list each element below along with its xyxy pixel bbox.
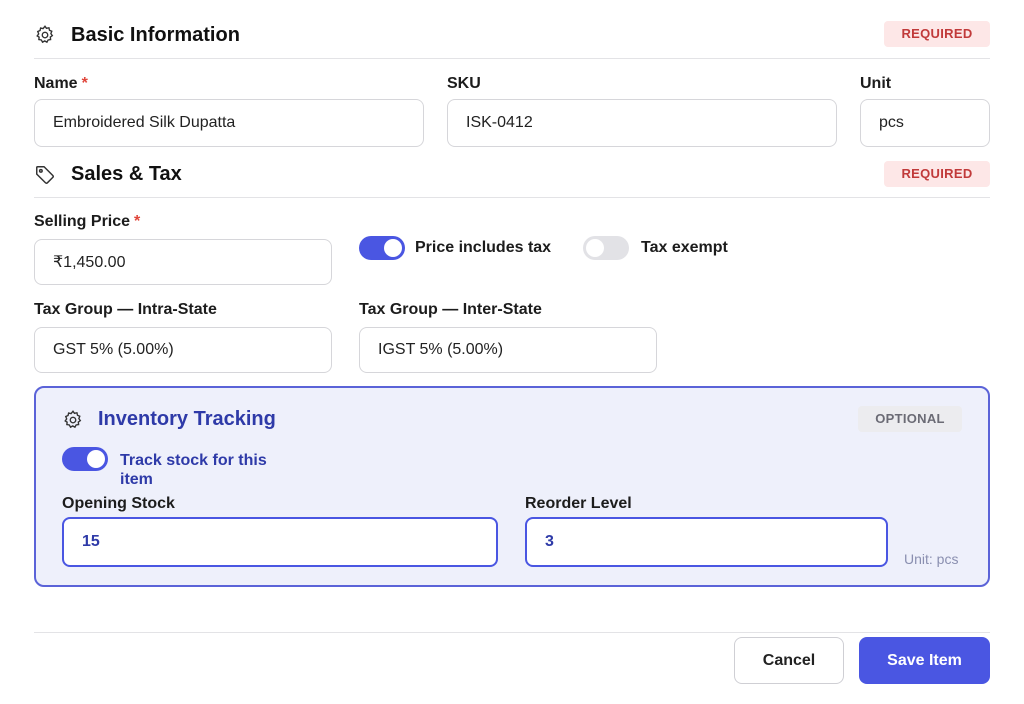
toggle-knob <box>384 239 402 257</box>
track-stock-toggle[interactable] <box>62 447 108 471</box>
divider <box>34 58 990 59</box>
tax-group-intra-label: Tax Group — Intra-State <box>34 301 217 318</box>
footer-divider <box>34 632 990 633</box>
section-title-sales: Sales & Tax <box>71 163 182 185</box>
sku-label: SKU <box>447 75 481 92</box>
sku-input[interactable]: ISK-0412 <box>447 99 837 147</box>
reorder-level-input[interactable]: 3 <box>525 517 888 567</box>
name-input[interactable]: Embroidered Silk Dupatta <box>34 99 424 147</box>
toggle-knob <box>586 239 604 257</box>
tax-exempt-label: Tax exempt <box>641 239 728 256</box>
tag-icon <box>34 164 56 186</box>
gear-icon <box>34 24 56 46</box>
opening-stock-input[interactable]: 15 <box>62 517 498 567</box>
required-asterisk: * <box>134 213 141 230</box>
unit-hint: Unit: pcs <box>904 551 959 567</box>
price-includes-tax-label: Price includes tax <box>415 239 552 256</box>
tax-exempt-toggle[interactable] <box>583 236 629 260</box>
price-includes-tax-toggle[interactable] <box>359 236 405 260</box>
selling-price-input[interactable]: ₹1,450.00 <box>34 239 332 285</box>
selling-price-label: Selling Price * <box>34 213 141 230</box>
cancel-button[interactable]: Cancel <box>734 637 844 684</box>
section-title-inventory: Inventory Tracking <box>98 408 276 430</box>
unit-input[interactable]: pcs <box>860 99 990 147</box>
opening-stock-label: Opening Stock <box>62 495 175 512</box>
required-badge: REQUIRED <box>884 161 990 187</box>
track-stock-label: Track stock for this item <box>120 452 267 488</box>
required-asterisk: * <box>81 75 88 92</box>
toggle-knob <box>87 450 105 468</box>
name-label: Name * <box>34 75 88 92</box>
reorder-level-label: Reorder Level <box>525 495 632 512</box>
divider <box>34 197 990 198</box>
unit-label: Unit <box>860 75 892 92</box>
tax-group-inter-label: Tax Group — Inter-State <box>359 301 542 318</box>
tax-group-inter-select[interactable]: IGST 5% (5.00%) <box>359 327 657 373</box>
optional-badge: OPTIONAL <box>858 406 962 432</box>
tax-group-intra-select[interactable]: GST 5% (5.00%) <box>34 327 332 373</box>
gear-icon <box>62 409 84 431</box>
section-title-basic: Basic Information <box>71 24 240 46</box>
required-badge: REQUIRED <box>884 21 990 47</box>
save-item-button[interactable]: Save Item <box>859 637 990 684</box>
